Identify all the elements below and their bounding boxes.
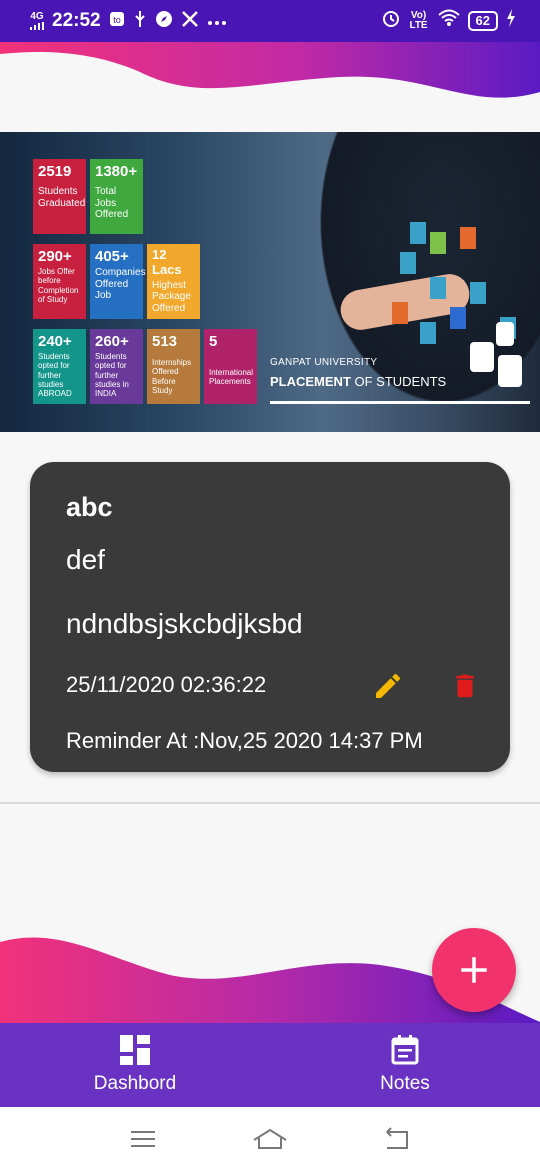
stat-value: 240+: [38, 333, 72, 350]
people-icon: [430, 232, 446, 254]
people-icon: [400, 252, 416, 274]
people-icon: [392, 302, 408, 324]
stat-value: 2519: [38, 163, 72, 180]
banner-title-rest: OF STUDENTS: [350, 374, 447, 389]
stat-value: 513: [152, 333, 178, 350]
menu-icon: [131, 1130, 156, 1147]
stat-label: Students opted for further studies ABROA…: [38, 352, 72, 398]
stat-tile: 405+ Companies Offered Job: [90, 244, 146, 319]
pencil-icon: [376, 673, 401, 698]
people-icon: [460, 227, 476, 249]
stat-value: 12 Lacs: [152, 247, 182, 277]
stat-tile: 260+ Students opted for further studies …: [90, 329, 143, 404]
network-type: 4G: [30, 11, 44, 22]
stat-tile: 2519 Students Graduated: [33, 159, 86, 234]
note-reminder: Reminder At :Nov,25 2020 14:37 PM: [66, 728, 423, 753]
stat-value: 5: [209, 333, 218, 350]
status-right: Vo) LTE 62: [382, 9, 516, 33]
stat-value: 1380+: [95, 163, 138, 180]
note-created-date: 25/11/2020 02:36:22: [66, 672, 267, 697]
plus-icon: [461, 957, 487, 983]
status-bar: 4G 22:52 to Vo) LTE 62: [0, 0, 540, 42]
stat-tile: 290+ Jobs Offer before Completion of Stu…: [33, 244, 86, 319]
banner-university: GANPAT UNIVERSITY: [270, 357, 378, 368]
alarm-icon: [382, 9, 400, 33]
nav-notes[interactable]: Notes: [270, 1023, 540, 1107]
banner-title-bold: PLACEMENT: [270, 374, 351, 389]
nav-notes-label: Notes: [380, 1073, 430, 1094]
trash-icon: [456, 674, 474, 698]
note-body: ndndbsjskcbdjksbd: [66, 608, 303, 639]
home-icon: [253, 1128, 287, 1149]
note-subtitle: def: [66, 544, 105, 575]
people-icon: [450, 307, 466, 329]
stat-label: Students opted for further studies in IN…: [95, 352, 129, 398]
profile-photo-icon: [496, 322, 514, 346]
stat-value: 405+: [95, 248, 129, 265]
clock: 22:52: [52, 10, 101, 31]
profile-photo-icon: [498, 355, 522, 387]
app-notification-icon: to: [109, 11, 125, 32]
back-button[interactable]: [377, 1124, 417, 1154]
nav-dashboard[interactable]: Dashbord: [0, 1023, 270, 1107]
charging-icon: [506, 9, 516, 33]
stat-label: Jobs Offer before Completion of Study: [38, 267, 79, 304]
people-icon: [430, 277, 446, 299]
banner-title: PLACEMENT OF STUDENTS: [270, 374, 446, 389]
stat-label: Students Graduated: [38, 186, 86, 209]
nav-dashboard-label: Dashbord: [93, 1073, 177, 1094]
compass-icon: [155, 10, 173, 33]
people-icon: [420, 322, 436, 344]
stat-tile: 513 Internships Offered Before Study: [147, 329, 200, 404]
dashboard-grid-icon: [120, 1035, 150, 1065]
people-icon: [470, 282, 486, 304]
bottom-navigation: Dashbord Notes: [0, 1023, 540, 1107]
calendar-notes-icon: [391, 1035, 419, 1065]
network-icon: 4G: [30, 12, 44, 30]
edit-note-button[interactable]: [372, 670, 404, 702]
stat-label: Total Jobs Offered: [95, 186, 129, 221]
add-note-button[interactable]: [432, 928, 516, 1012]
stat-label: International Placements: [209, 368, 254, 387]
placement-banner: 2519 Students Graduated 1380+ Total Jobs…: [0, 132, 540, 432]
profile-photo-icon: [470, 342, 494, 372]
stat-label: Internships Offered Before Study: [152, 358, 192, 395]
stat-tile: 240+ Students opted for further studies …: [33, 329, 86, 404]
usb-icon: [133, 10, 147, 33]
note-card[interactable]: abc def ndndbsjskcbdjksbd 25/11/2020 02:…: [30, 462, 510, 772]
more-notifications-icon: [207, 10, 227, 32]
stat-tile: 12 Lacs Highest Package Offered: [147, 244, 200, 319]
wifi-icon: [437, 9, 460, 33]
banner-underline: [270, 401, 530, 404]
people-icon: [410, 222, 426, 244]
stat-tile: 1380+ Total Jobs Offered: [90, 159, 143, 234]
status-left: 4G 22:52 to: [30, 10, 227, 33]
stat-value: 290+: [38, 248, 72, 265]
battery-indicator: 62: [467, 11, 498, 31]
list-divider: [0, 802, 540, 804]
recents-button[interactable]: [123, 1124, 163, 1154]
delete-note-button[interactable]: [450, 670, 480, 702]
home-button[interactable]: [250, 1124, 290, 1154]
stat-value: 260+: [95, 333, 129, 350]
svg-text:to: to: [113, 15, 121, 25]
stat-label: Companies Offered Job: [95, 267, 146, 302]
back-icon: [385, 1126, 408, 1149]
stat-tile: 5 International Placements: [204, 329, 257, 404]
volte-label: Vo) LTE: [409, 10, 428, 31]
stat-label: Highest Package Offered: [152, 279, 191, 314]
note-title: abc: [66, 492, 113, 522]
tools-icon: [181, 10, 199, 33]
system-navigation-bar: [0, 1107, 540, 1170]
header-wave: [0, 42, 540, 98]
